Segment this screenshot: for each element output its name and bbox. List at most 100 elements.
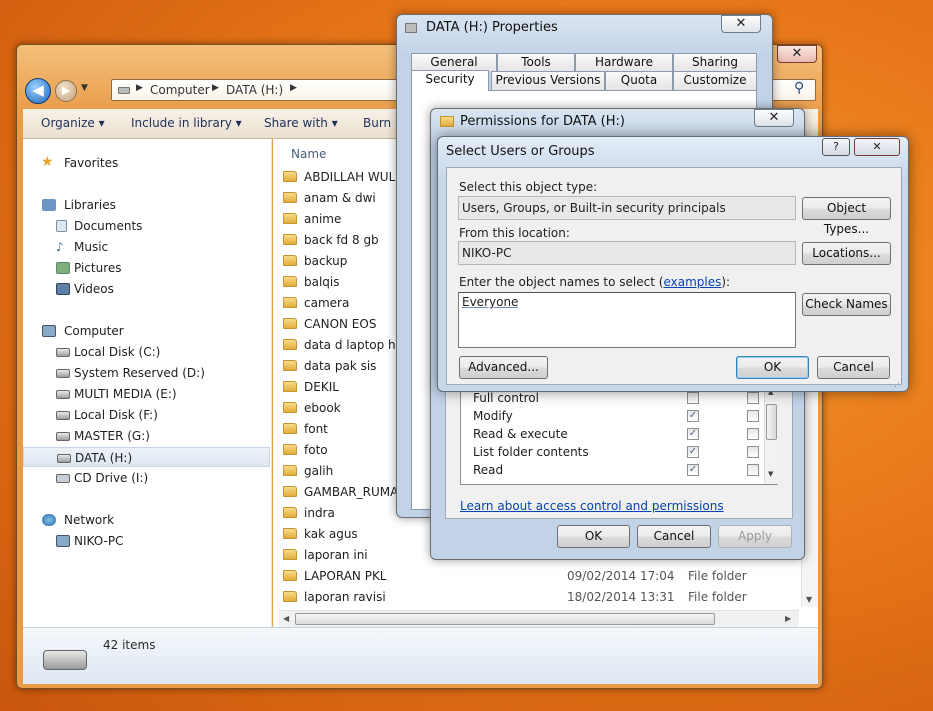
object-types-button[interactable]: Object Types... (802, 197, 891, 236)
permission-name: Read (473, 463, 504, 477)
file-name: anime (304, 212, 342, 226)
explorer-close-button[interactable]: ✕ (777, 45, 817, 63)
nav-drive-item[interactable]: Local Disk (F:) (23, 405, 270, 425)
nav-drive-label: Local Disk (F:) (74, 408, 158, 422)
select-close-button[interactable]: ✕ (854, 138, 900, 156)
check-names-button[interactable]: Check Names (802, 293, 891, 316)
nav-libraries-label: Libraries (64, 198, 116, 212)
scroll-right-icon[interactable]: ▶ (785, 614, 791, 623)
select-users-dialog: Select Users or Groups ? ✕ Select this o… (437, 136, 909, 392)
horizontal-scrollbar[interactable]: ◀ ▶ (279, 610, 799, 627)
folder-icon (283, 339, 297, 350)
enter-names-label-end: ): (721, 275, 731, 289)
permissions-cancel-button[interactable]: Cancel (637, 525, 711, 548)
file-type: File folder (688, 569, 747, 583)
permissions-apply-button[interactable]: Apply (718, 525, 792, 548)
nav-drive-item[interactable]: Local Disk (C:) (23, 342, 270, 362)
tab-previous-versions[interactable]: Previous Versions (491, 71, 605, 90)
deny-checkbox[interactable] (747, 392, 759, 404)
scroll-left-icon[interactable]: ◀ (283, 614, 289, 623)
nav-drive-item[interactable]: MASTER (G:) (23, 426, 270, 446)
nav-drive-item[interactable]: System Reserved (D:) (23, 363, 270, 383)
forward-button[interactable]: ▶ (55, 80, 77, 102)
examples-link[interactable]: examples (663, 275, 721, 289)
folder-icon (283, 591, 297, 602)
allow-checkbox[interactable]: ✓ (687, 428, 699, 440)
select-users-title: Select Users or Groups (446, 144, 595, 159)
object-names-input[interactable]: Everyone (458, 292, 796, 348)
nav-drive-item[interactable]: DATA (H:) (23, 447, 270, 467)
scroll-down-icon[interactable]: ▼ (806, 595, 812, 604)
scroll-down-icon[interactable]: ▼ (768, 470, 773, 478)
nav-drive-item[interactable]: CD Drive (I:) (23, 468, 270, 488)
nav-videos[interactable]: Videos (23, 279, 270, 299)
tab-quota[interactable]: Quota (605, 71, 673, 90)
recent-pages-dropdown-icon[interactable]: ▼ (81, 83, 88, 93)
help-button[interactable]: ? (822, 138, 850, 156)
permissions-close-button[interactable]: ✕ (754, 109, 794, 127)
deny-checkbox[interactable] (747, 464, 759, 476)
folder-icon (283, 486, 297, 497)
allow-checkbox[interactable] (687, 392, 699, 404)
properties-title: DATA (H:) Properties (426, 20, 558, 35)
file-row[interactable]: LAPORAN PKL 09/02/2014 17:04 File folder (283, 566, 803, 587)
horizontal-scroll-thumb[interactable] (295, 613, 715, 625)
item-count: 42 items (103, 638, 156, 652)
nav-pictures[interactable]: Pictures (23, 258, 270, 278)
permission-list: Full control Modify ✓ Read & execute ✓ List f… (460, 385, 778, 485)
advanced-button[interactable]: Advanced... (459, 356, 548, 379)
file-name: CANON EOS (304, 317, 377, 331)
nav-niko-pc[interactable]: NIKO-PC (23, 531, 270, 551)
tab-tools[interactable]: Tools (497, 53, 575, 72)
nav-music[interactable]: ♪ Music (23, 237, 270, 257)
locations-button[interactable]: Locations... (802, 242, 891, 265)
search-icon[interactable]: ⚲ (794, 80, 804, 96)
allow-checkbox[interactable]: ✓ (687, 446, 699, 458)
allow-checkbox[interactable]: ✓ (687, 464, 699, 476)
nav-drive-item[interactable]: MULTI MEDIA (E:) (23, 384, 270, 404)
include-in-library-menu[interactable]: Include in library ▾ (131, 116, 242, 130)
drive-icon (56, 348, 70, 357)
deny-checkbox[interactable] (747, 446, 759, 458)
folder-icon (283, 423, 297, 434)
properties-close-button[interactable]: ✕ (721, 15, 761, 33)
nav-computer[interactable]: Computer (23, 321, 270, 341)
tab-sharing[interactable]: Sharing (673, 53, 757, 72)
permission-scroll-thumb[interactable] (766, 404, 777, 440)
nav-favorites[interactable]: ★ Favorites (23, 153, 270, 173)
permission-scrollbar[interactable]: ▲ ▼ (764, 386, 778, 484)
share-with-menu[interactable]: Share with ▾ (264, 116, 338, 130)
breadcrumb-computer[interactable]: Computer (150, 83, 210, 97)
nav-drive-label: MULTI MEDIA (E:) (74, 387, 177, 401)
column-header-name[interactable]: Name (291, 147, 326, 161)
deny-checkbox[interactable] (747, 410, 759, 422)
file-name: DEKIL (304, 380, 339, 394)
deny-checkbox[interactable] (747, 428, 759, 440)
breadcrumb-data-drive[interactable]: DATA (H:) (226, 83, 283, 97)
back-button[interactable]: ◀ (25, 78, 51, 104)
tab-customize[interactable]: Customize (673, 71, 757, 90)
permissions-ok-button[interactable]: OK (557, 525, 630, 548)
file-name: back fd 8 gb (304, 233, 379, 247)
folder-icon (283, 360, 297, 371)
file-name: data pak sis (304, 359, 377, 373)
nav-libraries[interactable]: Libraries (23, 195, 270, 215)
learn-access-control-link[interactable]: Learn about access control and permissio… (460, 499, 724, 513)
star-icon: ★ (41, 154, 54, 170)
burn-button[interactable]: Burn (363, 116, 391, 130)
nav-documents[interactable]: Documents (23, 216, 270, 236)
permissions-title: Permissions for DATA (H:) (460, 114, 625, 129)
nav-drive-label: Local Disk (C:) (74, 345, 161, 359)
resize-grip-icon[interactable]: ⋰ (894, 379, 903, 389)
file-row[interactable]: laporan ravisi 18/02/2014 13:31 File folde… (283, 587, 803, 608)
organize-menu[interactable]: Organize ▾ (41, 116, 105, 130)
tab-hardware[interactable]: Hardware (575, 53, 673, 72)
allow-checkbox[interactable]: ✓ (687, 410, 699, 422)
select-ok-button[interactable]: OK (736, 356, 809, 379)
nav-network[interactable]: Network (23, 510, 270, 530)
breadcrumb-separator-icon: ▶ (290, 83, 297, 93)
nav-niko-pc-label: NIKO-PC (74, 534, 124, 548)
permission-name: Read & execute (473, 427, 568, 441)
tab-security[interactable]: Security (411, 70, 489, 91)
select-cancel-button[interactable]: Cancel (817, 356, 890, 379)
